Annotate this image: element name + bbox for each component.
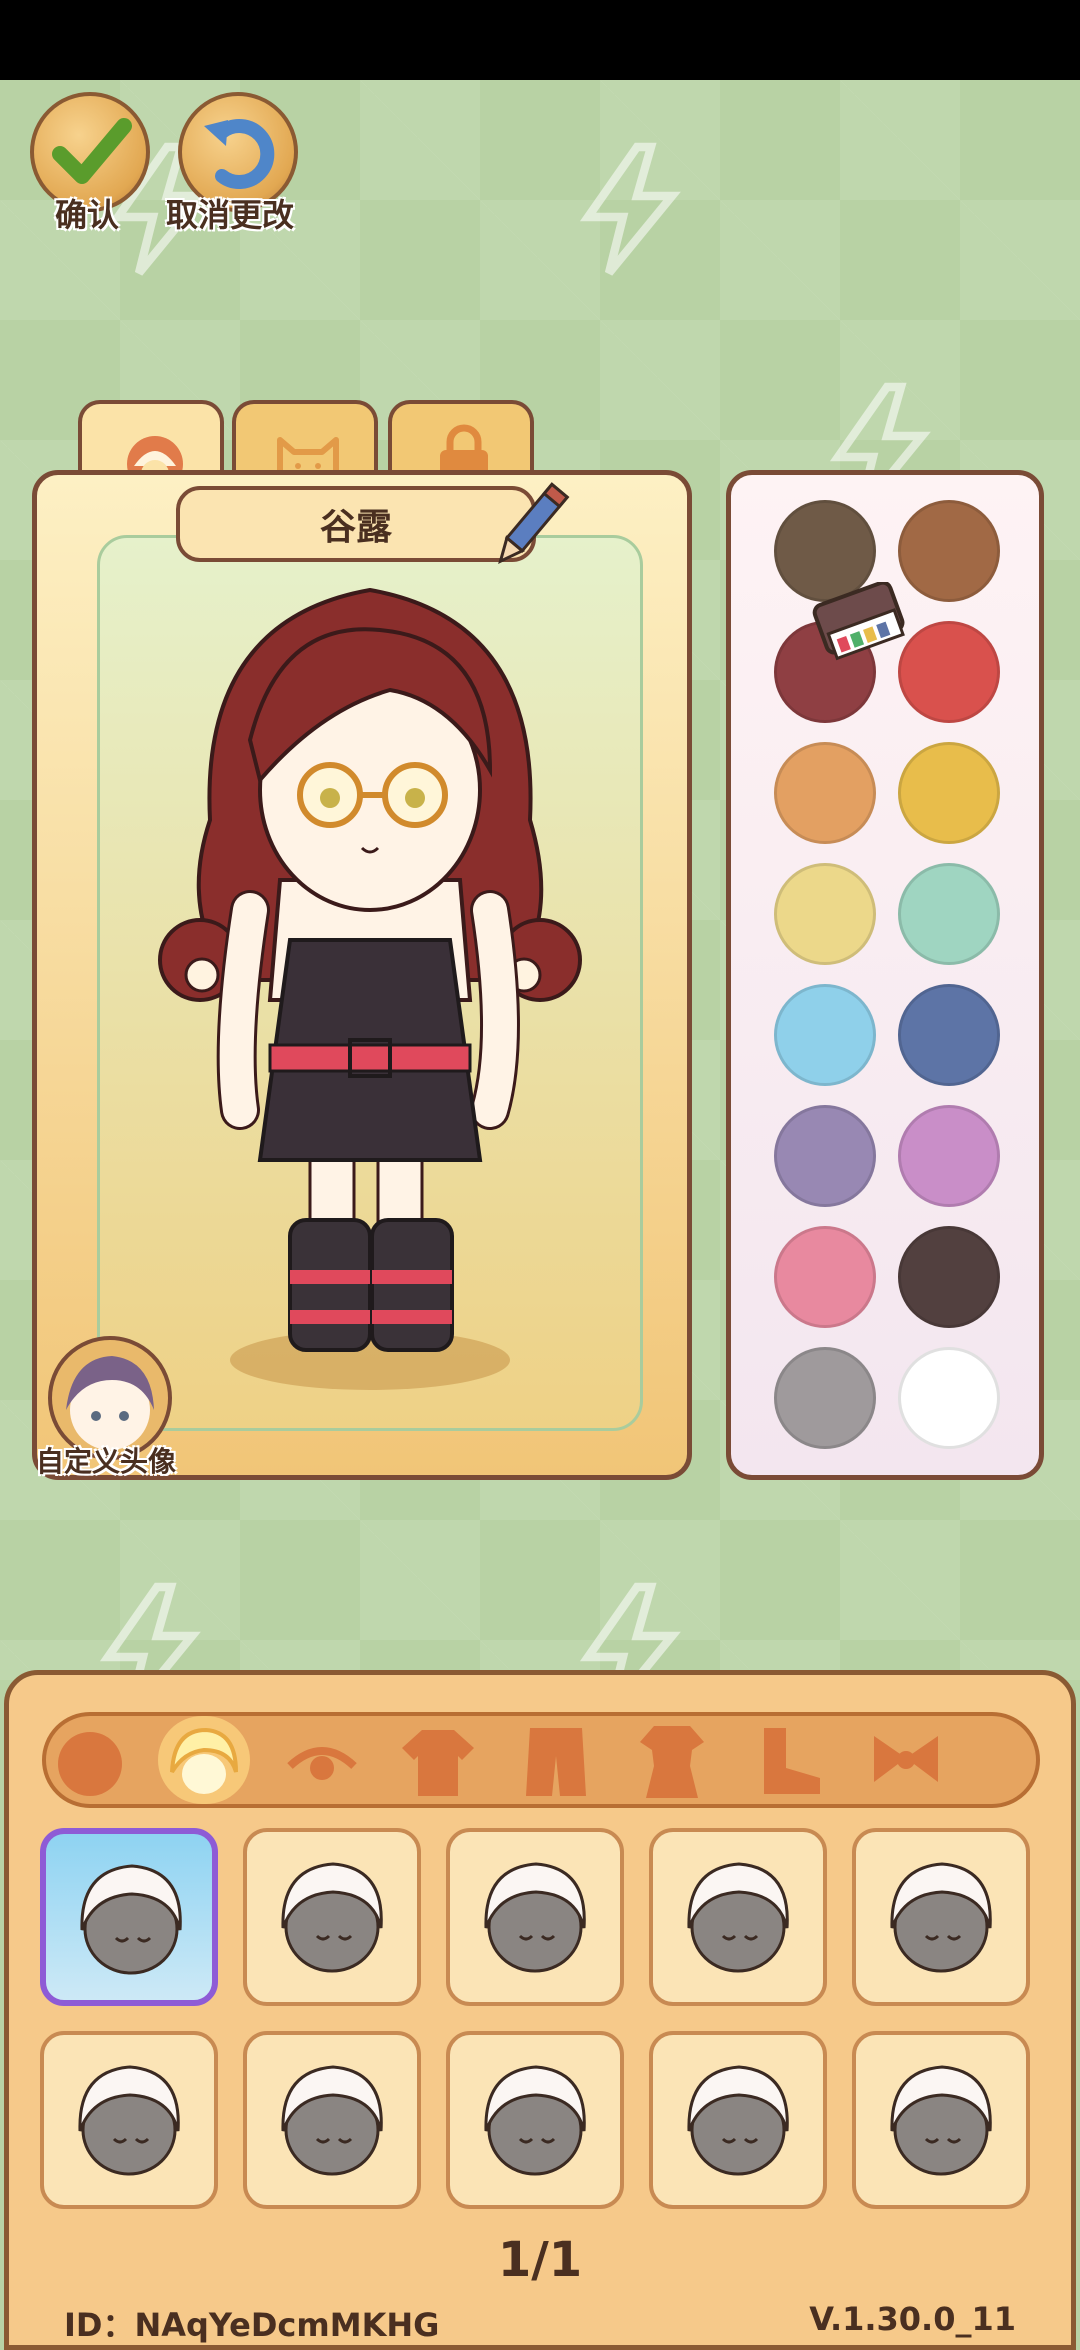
color-swatch[interactable] (898, 984, 1000, 1086)
hairstyle-item[interactable] (243, 1828, 421, 2006)
outfit-icon[interactable] (632, 1722, 712, 1802)
hairstyle-item[interactable] (649, 2031, 827, 2209)
confirm-label: 确认 (55, 196, 120, 234)
top-icon[interactable] (398, 1722, 478, 1802)
color-swatch[interactable] (898, 1226, 1000, 1328)
color-swatch[interactable] (898, 742, 1000, 844)
character-figure (158, 587, 582, 1390)
hairstyle-item[interactable] (446, 1828, 624, 2006)
hairstyle-item[interactable] (852, 2031, 1030, 2209)
character-name-field[interactable]: 谷露 (176, 486, 536, 562)
hairstyle-preview (281, 1862, 383, 1973)
hairstyle-preview (78, 2065, 180, 2176)
bolt-icon (579, 142, 681, 276)
hairstyle-preview (890, 1862, 992, 1973)
bow-icon[interactable] (866, 1722, 946, 1802)
coat-icon[interactable] (516, 1722, 596, 1802)
color-swatch[interactable] (774, 863, 876, 965)
color-swatch[interactable] (898, 1105, 1000, 1207)
hairstyle-preview (281, 2065, 383, 2176)
status-bar (0, 0, 1080, 80)
hairstyle-item[interactable] (243, 2031, 421, 2209)
paint-palette-icon (812, 582, 905, 661)
hairstyle-item[interactable] (40, 2031, 218, 2209)
character-name: 谷露 (319, 507, 392, 548)
hairstyle-preview (80, 1864, 182, 1975)
hairstyle-item[interactable] (40, 1828, 218, 2006)
shoes-icon[interactable] (750, 1722, 830, 1802)
hairstyle-preview (484, 1862, 586, 1973)
hairstyle-item[interactable] (649, 1828, 827, 2006)
player-id: ID：NAqYeDcmMKHG (64, 2306, 440, 2344)
hairstyle-preview (687, 1862, 789, 1973)
hairstyle-item[interactable] (446, 2031, 624, 2209)
cancel-label: 取消更改 (166, 196, 295, 234)
hairstyle-preview (484, 2065, 586, 2176)
custom-avatar-label: 自定义头像 (36, 1445, 177, 1478)
color-swatch[interactable] (898, 621, 1000, 723)
color-swatch[interactable] (898, 863, 1000, 965)
app-version: V.1.30.0_11 (809, 2300, 1016, 2338)
color-swatch[interactable] (898, 1347, 1000, 1449)
color-swatch[interactable] (774, 1226, 876, 1328)
body-icon[interactable] (50, 1722, 130, 1802)
hairstyle-preview (687, 2065, 789, 2176)
avatar-image (66, 1356, 154, 1450)
color-swatch[interactable] (774, 1105, 876, 1207)
pencil-icon[interactable] (490, 476, 570, 576)
color-swatch[interactable] (774, 742, 876, 844)
color-swatch[interactable] (774, 984, 876, 1086)
hair-icon[interactable] (164, 1722, 244, 1802)
eyes-icon[interactable] (282, 1722, 362, 1802)
hairstyle-item[interactable] (852, 1828, 1030, 2006)
color-swatch[interactable] (898, 500, 1000, 602)
color-swatch[interactable] (774, 1347, 876, 1449)
hairstyle-preview (890, 2065, 992, 2176)
page-indicator: 1/1 (497, 2232, 583, 2288)
